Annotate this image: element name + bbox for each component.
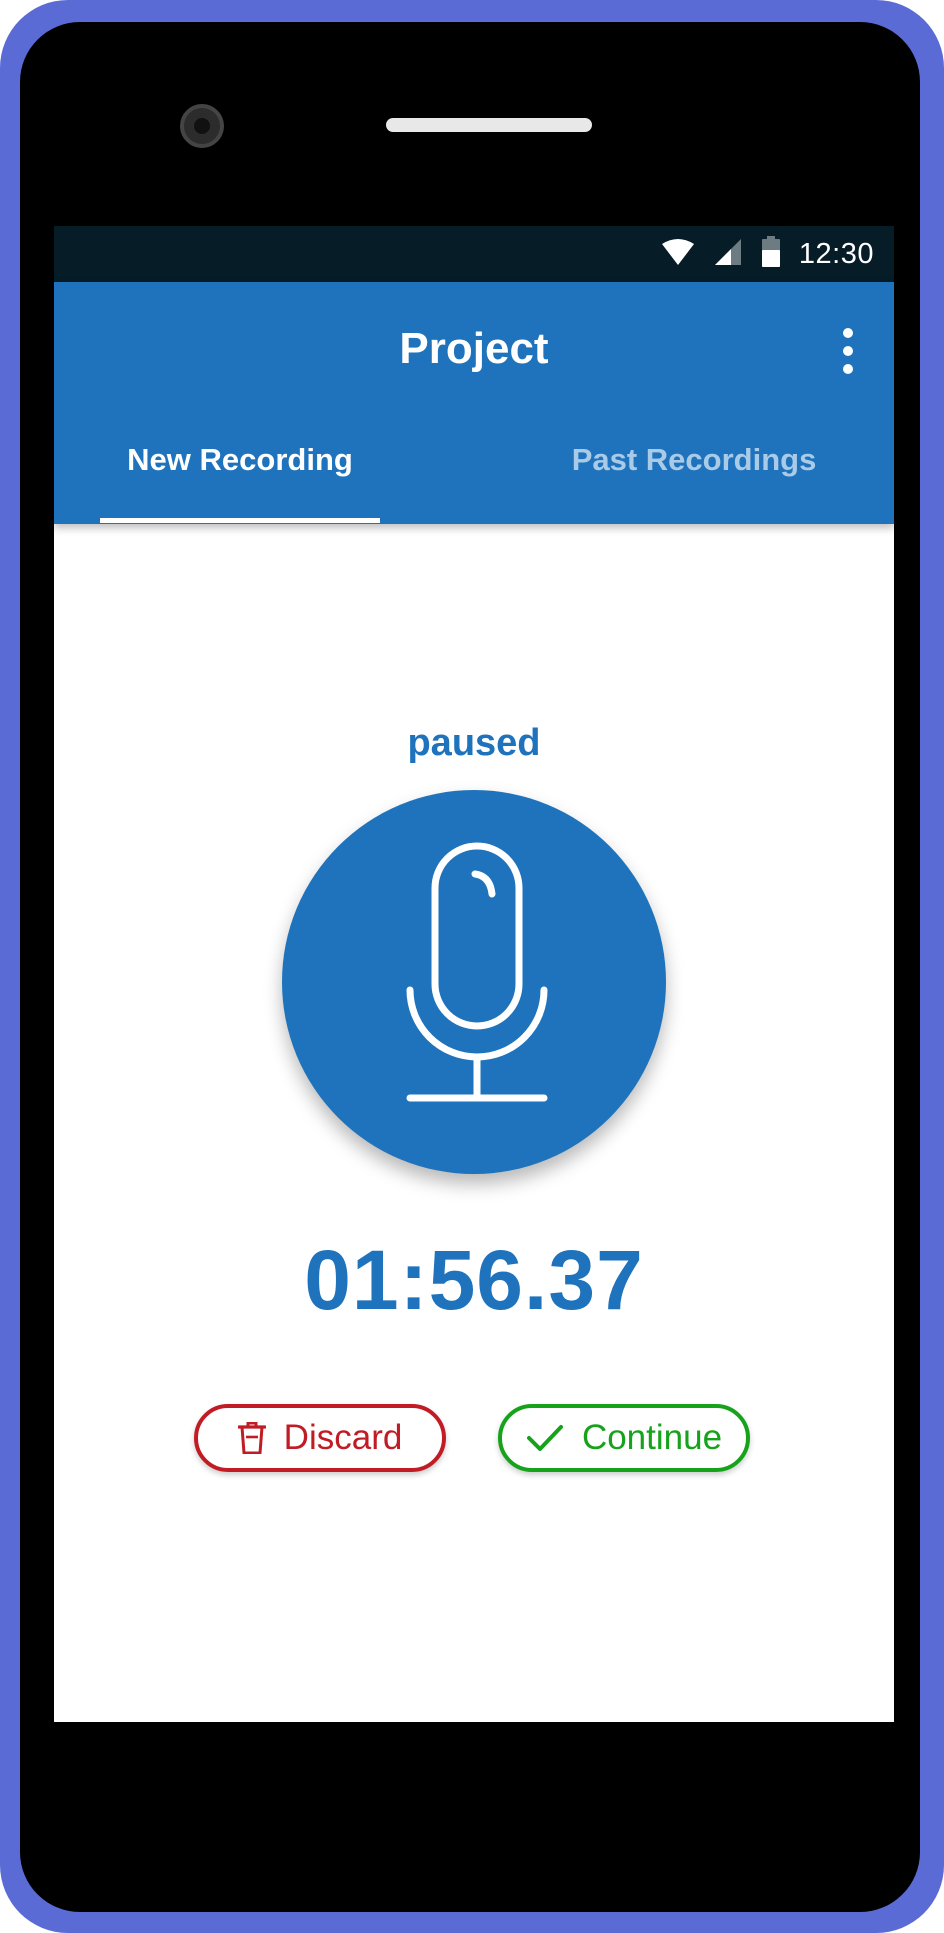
page-title: Project	[399, 324, 549, 373]
wifi-icon	[661, 238, 695, 271]
check-icon	[526, 1423, 564, 1453]
front-camera-icon	[180, 104, 224, 148]
discard-label: Discard	[283, 1418, 403, 1457]
battery-icon	[761, 235, 781, 273]
discard-button[interactable]: Discard	[194, 1404, 446, 1472]
status-time: 12:30	[798, 237, 874, 270]
more-vertical-icon[interactable]	[838, 328, 858, 374]
microphone-icon	[406, 842, 548, 1102]
app-screen: 12:30 Project New Recording Past Recordi…	[54, 226, 894, 1722]
app-bar: Project New Recording Past Recordings	[54, 282, 894, 524]
status-bar: 12:30	[54, 226, 894, 282]
record-button[interactable]	[282, 790, 666, 1174]
tab-past-recordings[interactable]: Past Recordings	[554, 442, 834, 500]
recording-timer: 01:56.37	[304, 1233, 644, 1327]
active-tab-indicator	[100, 518, 380, 523]
trash-icon	[237, 1422, 266, 1454]
volume-button	[936, 476, 944, 606]
power-button	[936, 772, 944, 1032]
signal-icon	[713, 238, 743, 271]
earpiece-speaker	[386, 118, 592, 132]
recording-state-label: paused	[407, 722, 541, 764]
continue-label: Continue	[581, 1418, 723, 1457]
tab-new-recording[interactable]: New Recording	[100, 442, 380, 500]
continue-button[interactable]: Continue	[498, 1404, 750, 1472]
